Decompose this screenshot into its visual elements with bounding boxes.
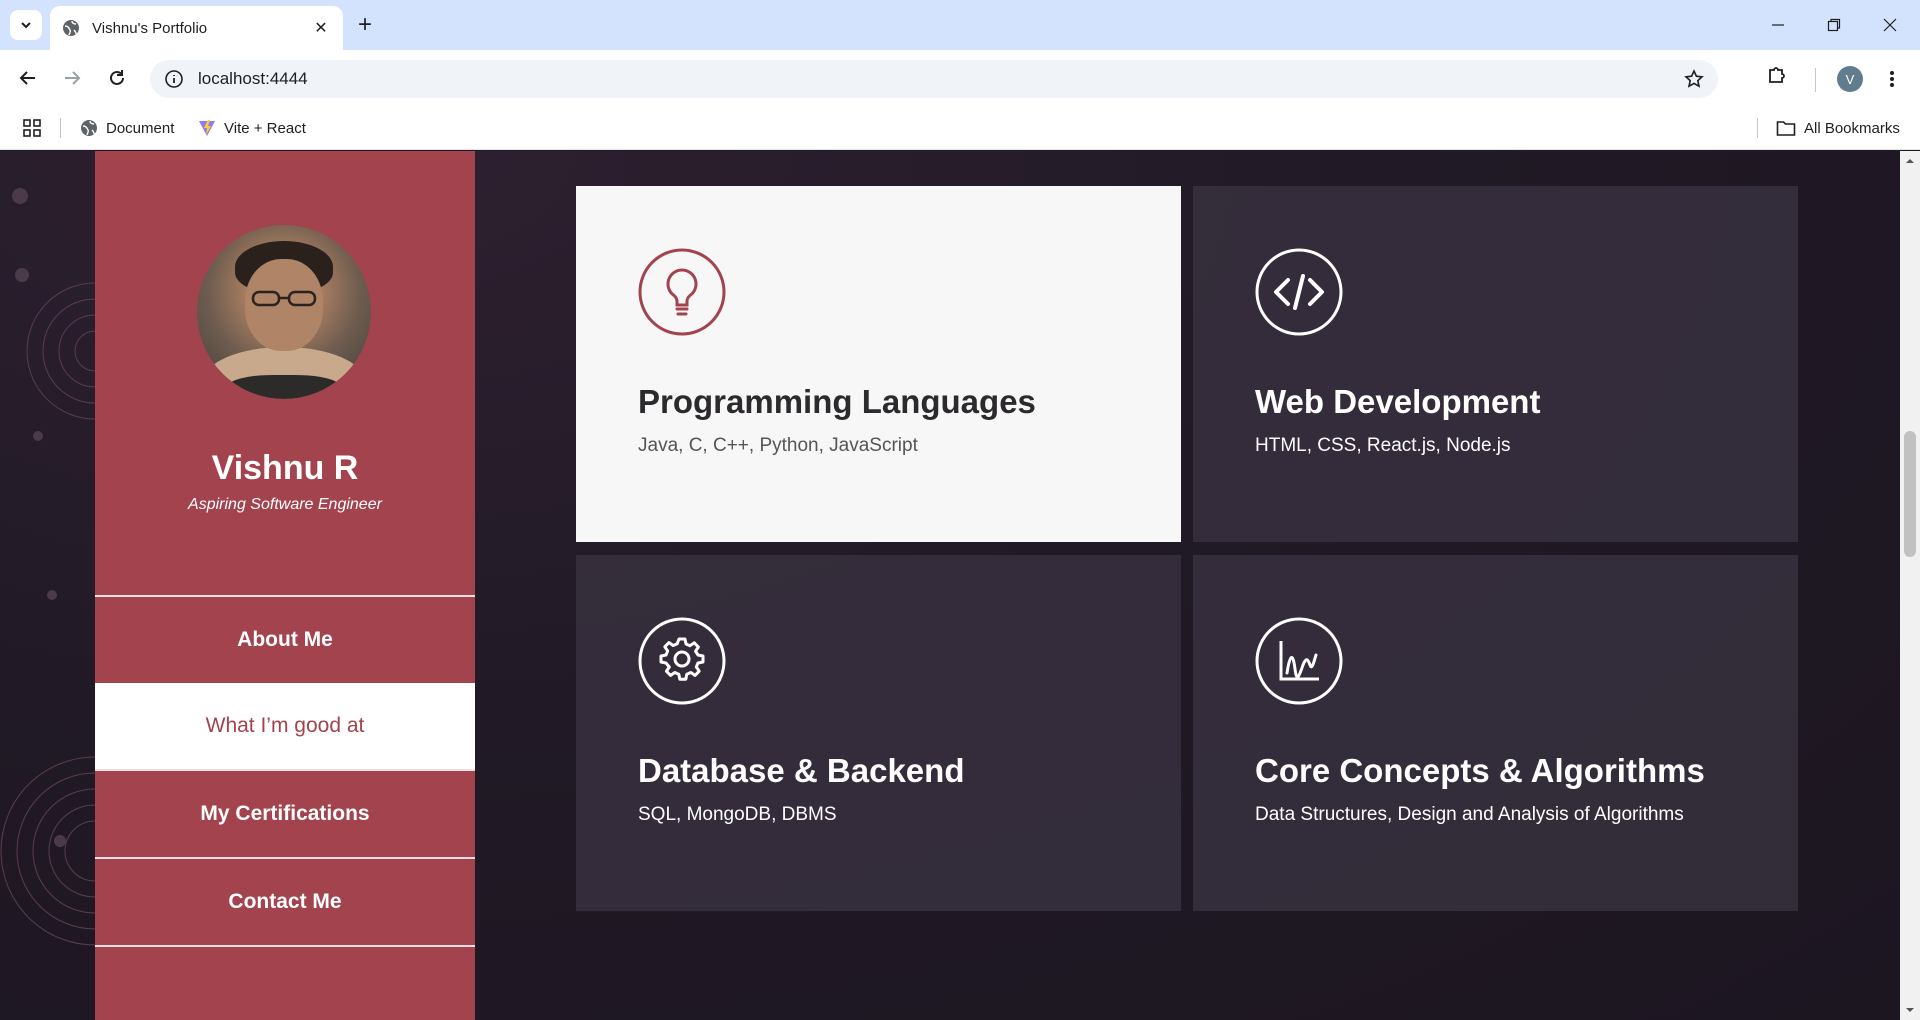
- gear-icon: [638, 617, 726, 705]
- scroll-down-icon[interactable]: [1905, 1005, 1915, 1015]
- vite-icon: [199, 120, 215, 136]
- all-bookmarks-label: All Bookmarks: [1804, 119, 1900, 137]
- browser-toolbar: localhost:4444: [0, 50, 1920, 106]
- bookmark-document[interactable]: Document: [80, 117, 174, 139]
- skill-card-core-concepts[interactable]: Core Concepts & Algorithms Data Structur…: [1193, 555, 1798, 911]
- chevron-down-icon: [21, 22, 31, 29]
- toolbar-divider: [1815, 68, 1816, 92]
- vertical-scrollbar[interactable]: [1900, 151, 1920, 1020]
- skill-card-programming-languages[interactable]: Programming Languages Java, C, C++, Pyth…: [576, 186, 1181, 542]
- code-icon: [1255, 248, 1343, 336]
- profile-photo: [197, 225, 371, 399]
- info-icon[interactable]: [164, 69, 184, 89]
- folder-icon: [1776, 121, 1796, 136]
- bookmarks-divider: [1757, 118, 1758, 138]
- new-tab-button[interactable]: +: [352, 11, 378, 38]
- star-icon[interactable]: [1684, 69, 1704, 89]
- chart-icon: [1255, 617, 1343, 705]
- restore-icon: [1827, 18, 1841, 32]
- photo-glasses: [251, 290, 317, 307]
- arrow-left-icon: [19, 71, 35, 85]
- bookmark-label: Vite + React: [224, 119, 306, 137]
- close-icon: [1883, 18, 1897, 32]
- photo-shirt-print: [227, 375, 341, 399]
- skill-description: Data Structures, Design and Analysis of …: [1255, 804, 1684, 825]
- globe-icon: [81, 120, 97, 136]
- skill-title: Database & Backend: [638, 752, 965, 789]
- tab-title: Vishnu's Portfolio: [92, 19, 208, 37]
- skill-title: Programming Languages: [638, 383, 1036, 420]
- minimize-button[interactable]: [1750, 0, 1806, 50]
- reload-button[interactable]: [103, 64, 131, 92]
- skill-card-database-backend[interactable]: Database & Backend SQL, MongoDB, DBMS: [576, 555, 1181, 911]
- skill-description: Java, C, C++, Python, JavaScript: [638, 435, 918, 456]
- nav-divider: [95, 945, 475, 947]
- skill-description: HTML, CSS, React.js, Node.js: [1255, 435, 1511, 456]
- extensions-button[interactable]: [1766, 64, 1788, 91]
- browser-menu-button[interactable]: [1884, 66, 1900, 92]
- nav-item-my-certifications[interactable]: My Certifications: [95, 771, 475, 857]
- bookmark-label: Document: [106, 119, 175, 137]
- sidebar-nav: About Me What I’m good at My Certificati…: [95, 595, 475, 947]
- scroll-up-icon[interactable]: [1905, 156, 1915, 166]
- globe-icon: [63, 20, 79, 36]
- page-viewport: Vishnu R Aspiring Software Engineer Abou…: [0, 151, 1900, 1020]
- browser-tab-strip: Vishnu's Portfolio ✕ +: [0, 0, 1920, 50]
- nav-item-about-me[interactable]: About Me: [95, 597, 475, 683]
- skill-description: SQL, MongoDB, DBMS: [638, 804, 837, 825]
- skill-title: Web Development: [1255, 383, 1541, 420]
- forward-button[interactable]: [58, 64, 86, 92]
- profile-name: Vishnu R: [211, 449, 359, 487]
- address-bar[interactable]: localhost:4444: [150, 60, 1718, 98]
- apps-grid-icon: [23, 119, 41, 137]
- tab-search-button[interactable]: [10, 10, 42, 40]
- kebab-menu-icon: [1890, 71, 1894, 87]
- profile-avatar[interactable]: V: [1837, 66, 1863, 92]
- close-window-button[interactable]: [1862, 0, 1918, 50]
- sidebar: Vishnu R Aspiring Software Engineer Abou…: [95, 151, 475, 1020]
- bookmarks-bar: Document Vite + React All Bookmarks: [0, 106, 1920, 150]
- nav-item-what-im-good-at[interactable]: What I’m good at: [95, 683, 475, 769]
- all-bookmarks-button[interactable]: All Bookmarks: [1776, 117, 1900, 139]
- puzzle-icon: [1769, 67, 1785, 83]
- bookmark-vite-react[interactable]: Vite + React: [198, 117, 306, 139]
- browser-tab[interactable]: Vishnu's Portfolio ✕: [50, 6, 343, 50]
- profile-role: Aspiring Software Engineer: [188, 496, 382, 513]
- url-text: localhost:4444: [198, 69, 308, 88]
- lightbulb-icon: [638, 248, 726, 336]
- reload-icon: [110, 70, 124, 85]
- bookmarks-divider: [60, 118, 61, 138]
- nav-item-contact-me[interactable]: Contact Me: [95, 859, 475, 945]
- tab-close-icon[interactable]: ✕: [311, 18, 331, 38]
- arrow-right-icon: [65, 71, 81, 85]
- restore-button[interactable]: [1806, 0, 1862, 50]
- skill-card-web-development[interactable]: Web Development HTML, CSS, React.js, Nod…: [1193, 186, 1798, 542]
- background-decoration: [0, 188, 100, 946]
- apps-button[interactable]: [22, 118, 42, 143]
- minimize-icon: [1772, 24, 1784, 26]
- back-button[interactable]: [14, 64, 42, 92]
- skill-title: Core Concepts & Algorithms: [1255, 752, 1705, 789]
- scrollbar-thumb[interactable]: [1904, 431, 1916, 557]
